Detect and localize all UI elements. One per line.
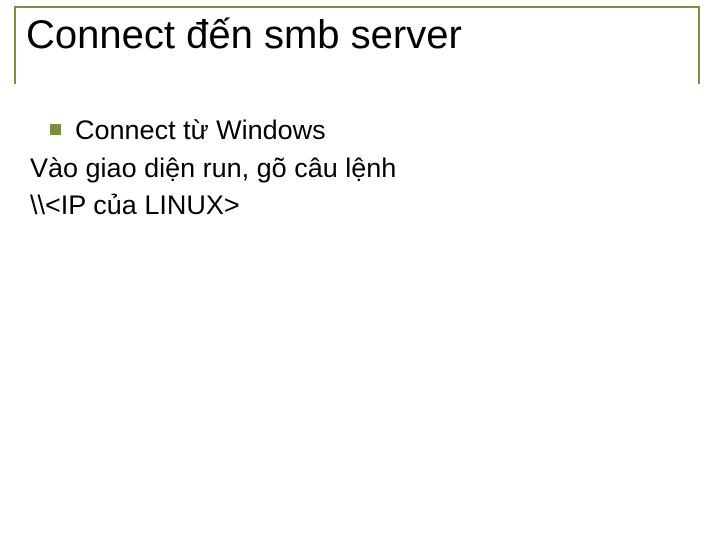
slide-body: Connect từ Windows Vào giao diện run, gõ… — [28, 112, 680, 223]
slide-title: Connect đến smb server — [26, 14, 462, 56]
bullet-text: Connect từ Windows — [75, 112, 326, 148]
square-bullet-icon — [50, 124, 61, 135]
title-container: Connect đến smb server — [22, 14, 468, 56]
bullet-item: Connect từ Windows — [28, 112, 680, 148]
body-line: \\<IP của LINUX> — [28, 187, 680, 223]
body-line: Vào giao diện run, gõ câu lệnh — [28, 150, 680, 186]
slide: Connect đến smb server Connect từ Window… — [0, 0, 720, 540]
